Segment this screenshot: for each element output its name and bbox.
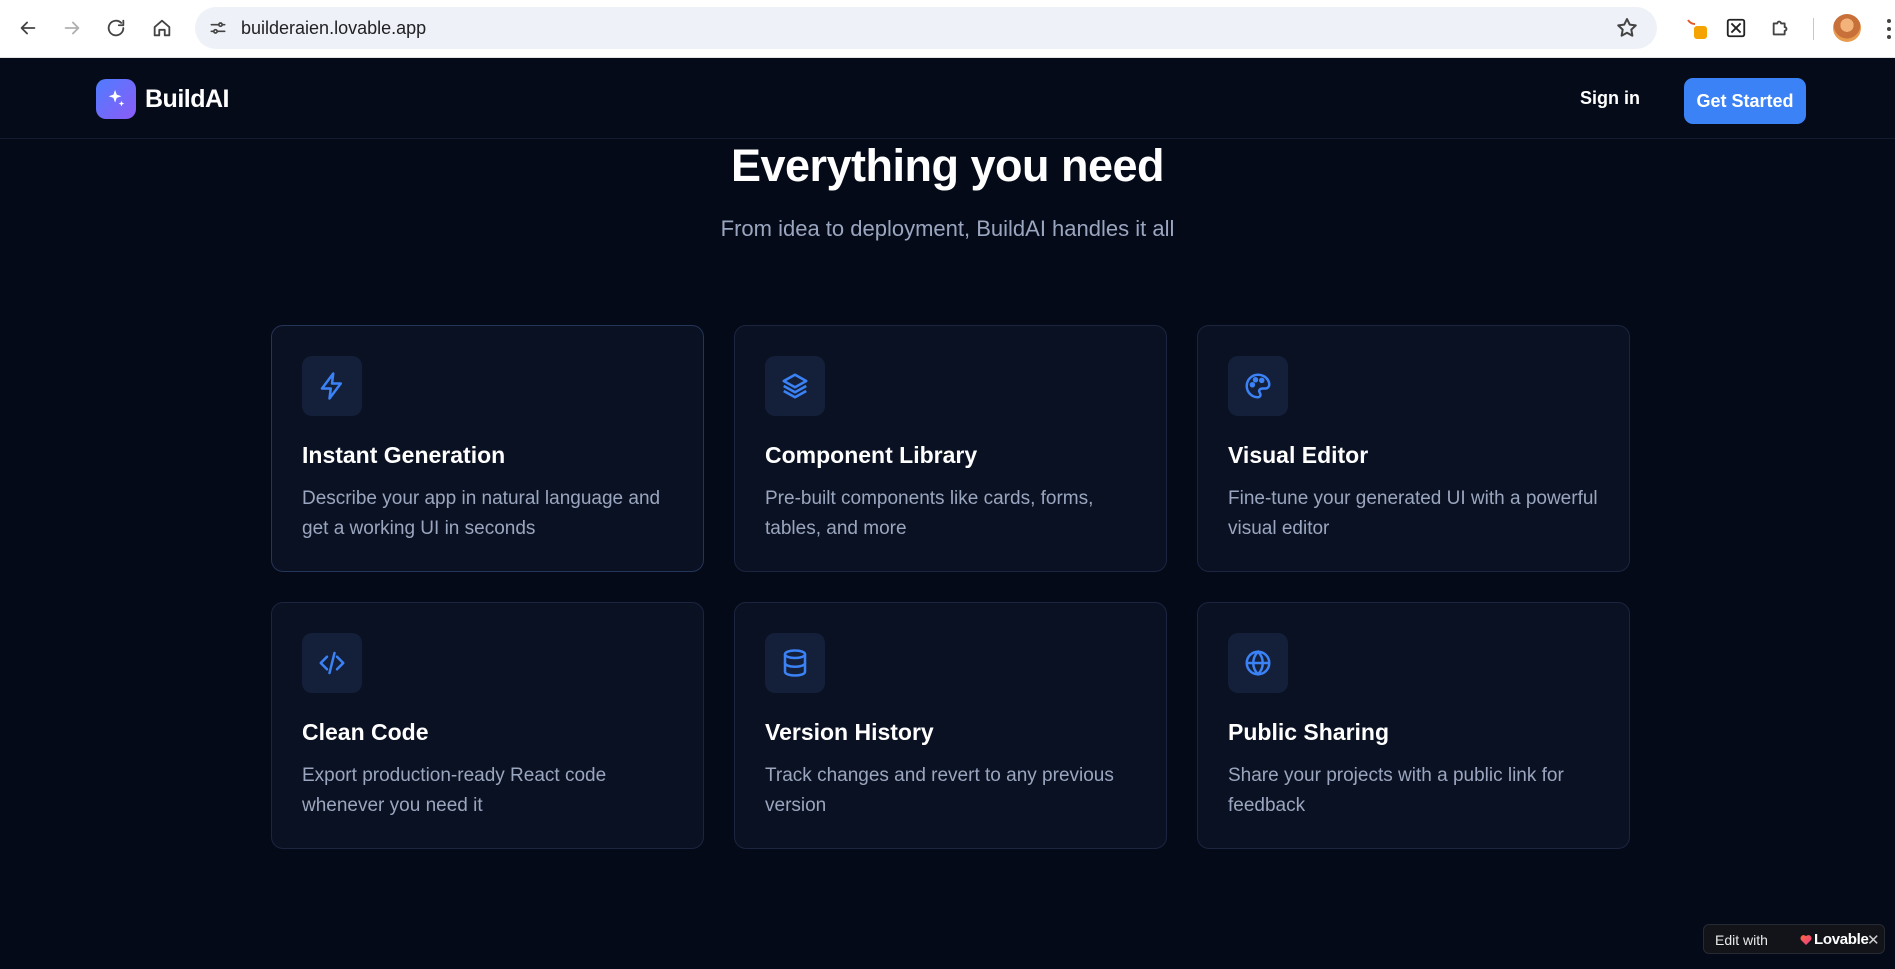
get-started-button[interactable]: Get Started (1684, 78, 1806, 124)
extension-icon[interactable] (1683, 14, 1711, 42)
feature-title: Version History (765, 719, 934, 745)
profile-avatar[interactable] (1833, 14, 1861, 42)
feature-icon-box (302, 356, 362, 416)
feature-description: Track changes and revert to any previous… (765, 765, 1114, 816)
arrow-right-icon (64, 21, 80, 35)
brand-name[interactable]: BuildAI (145, 85, 230, 114)
feature-card-public-sharing[interactable]: Public Sharing Share your projects with … (1197, 602, 1630, 849)
database-icon (783, 649, 807, 677)
feature-card-component-library[interactable]: Component Library Pre-built components l… (734, 325, 1167, 572)
feature-description: Share your projects with a public link f… (1228, 765, 1564, 816)
feature-title: Component Library (765, 442, 978, 468)
sign-in-link[interactable]: Sign in (1580, 88, 1640, 109)
site-info-icon[interactable] (204, 14, 232, 42)
sparkle-icon (108, 89, 125, 107)
url-text[interactable]: builderaien.lovable.app (241, 18, 426, 39)
feature-title: Public Sharing (1228, 719, 1390, 745)
feature-icon-box (1228, 356, 1288, 416)
edit-with-lovable-badge[interactable]: Edit with Lovable ✕ (1703, 924, 1885, 954)
feature-description: Export production-ready React code whene… (302, 765, 607, 816)
feature-icon-box (765, 633, 825, 693)
lightning-icon (320, 372, 342, 400)
feature-description: Fine-tune your generated UI with a power… (1228, 488, 1598, 539)
feature-card-version-history[interactable]: Version History Track changes and revert… (734, 602, 1167, 849)
page: BuildAI Sign in Get Started Everything y… (0, 58, 1895, 969)
feature-icon-box (1228, 633, 1288, 693)
forward-button[interactable] (54, 10, 90, 46)
feature-card-clean-code[interactable]: Clean Code Export production-ready React… (271, 602, 704, 849)
globe-icon (1245, 649, 1271, 677)
feature-card-instant-generation[interactable]: Instant Generation Describe your app in … (271, 325, 704, 572)
lovable-heart-icon (1800, 935, 1812, 945)
browser-toolbar: builderaien.lovable.app (0, 0, 1895, 58)
feature-card-visual-editor[interactable]: Visual Editor Fine-tune your generated U… (1197, 325, 1630, 572)
feature-title: Clean Code (302, 719, 429, 745)
feature-icon-box (765, 356, 825, 416)
address-bar[interactable]: builderaien.lovable.app (195, 7, 1657, 49)
toolbar-divider (1813, 18, 1814, 40)
back-button[interactable] (10, 10, 46, 46)
puzzle-icon[interactable] (1767, 14, 1795, 42)
home-icon (153, 19, 171, 37)
arrow-left-icon (20, 21, 36, 35)
feature-description: Describe your app in natural language an… (302, 488, 661, 539)
code-icon (319, 651, 345, 675)
feature-title: Instant Generation (302, 442, 506, 468)
bookmark-star-icon[interactable] (1615, 16, 1639, 40)
feature-title: Visual Editor (1228, 442, 1369, 468)
scissors-extension-icon[interactable] (1722, 14, 1750, 42)
close-icon[interactable]: ✕ (1867, 931, 1880, 949)
site-header: BuildAI Sign in Get Started (0, 58, 1895, 139)
section-title: Everything you need (730, 140, 1165, 191)
section-subtitle: From idea to deployment, BuildAI handles… (720, 216, 1175, 241)
layers-icon (782, 373, 808, 399)
badge-label: Edit with (1715, 932, 1768, 948)
feature-description: Pre-built components like cards, forms, … (765, 488, 1094, 539)
home-button[interactable] (144, 10, 180, 46)
reload-button[interactable] (98, 10, 134, 46)
badge-brand: Lovable (1814, 931, 1869, 948)
palette-icon (1245, 373, 1271, 399)
feature-icon-box (302, 633, 362, 693)
more-menu-icon[interactable] (1884, 16, 1895, 42)
logo-mark[interactable] (96, 79, 136, 119)
reload-icon (107, 19, 125, 37)
